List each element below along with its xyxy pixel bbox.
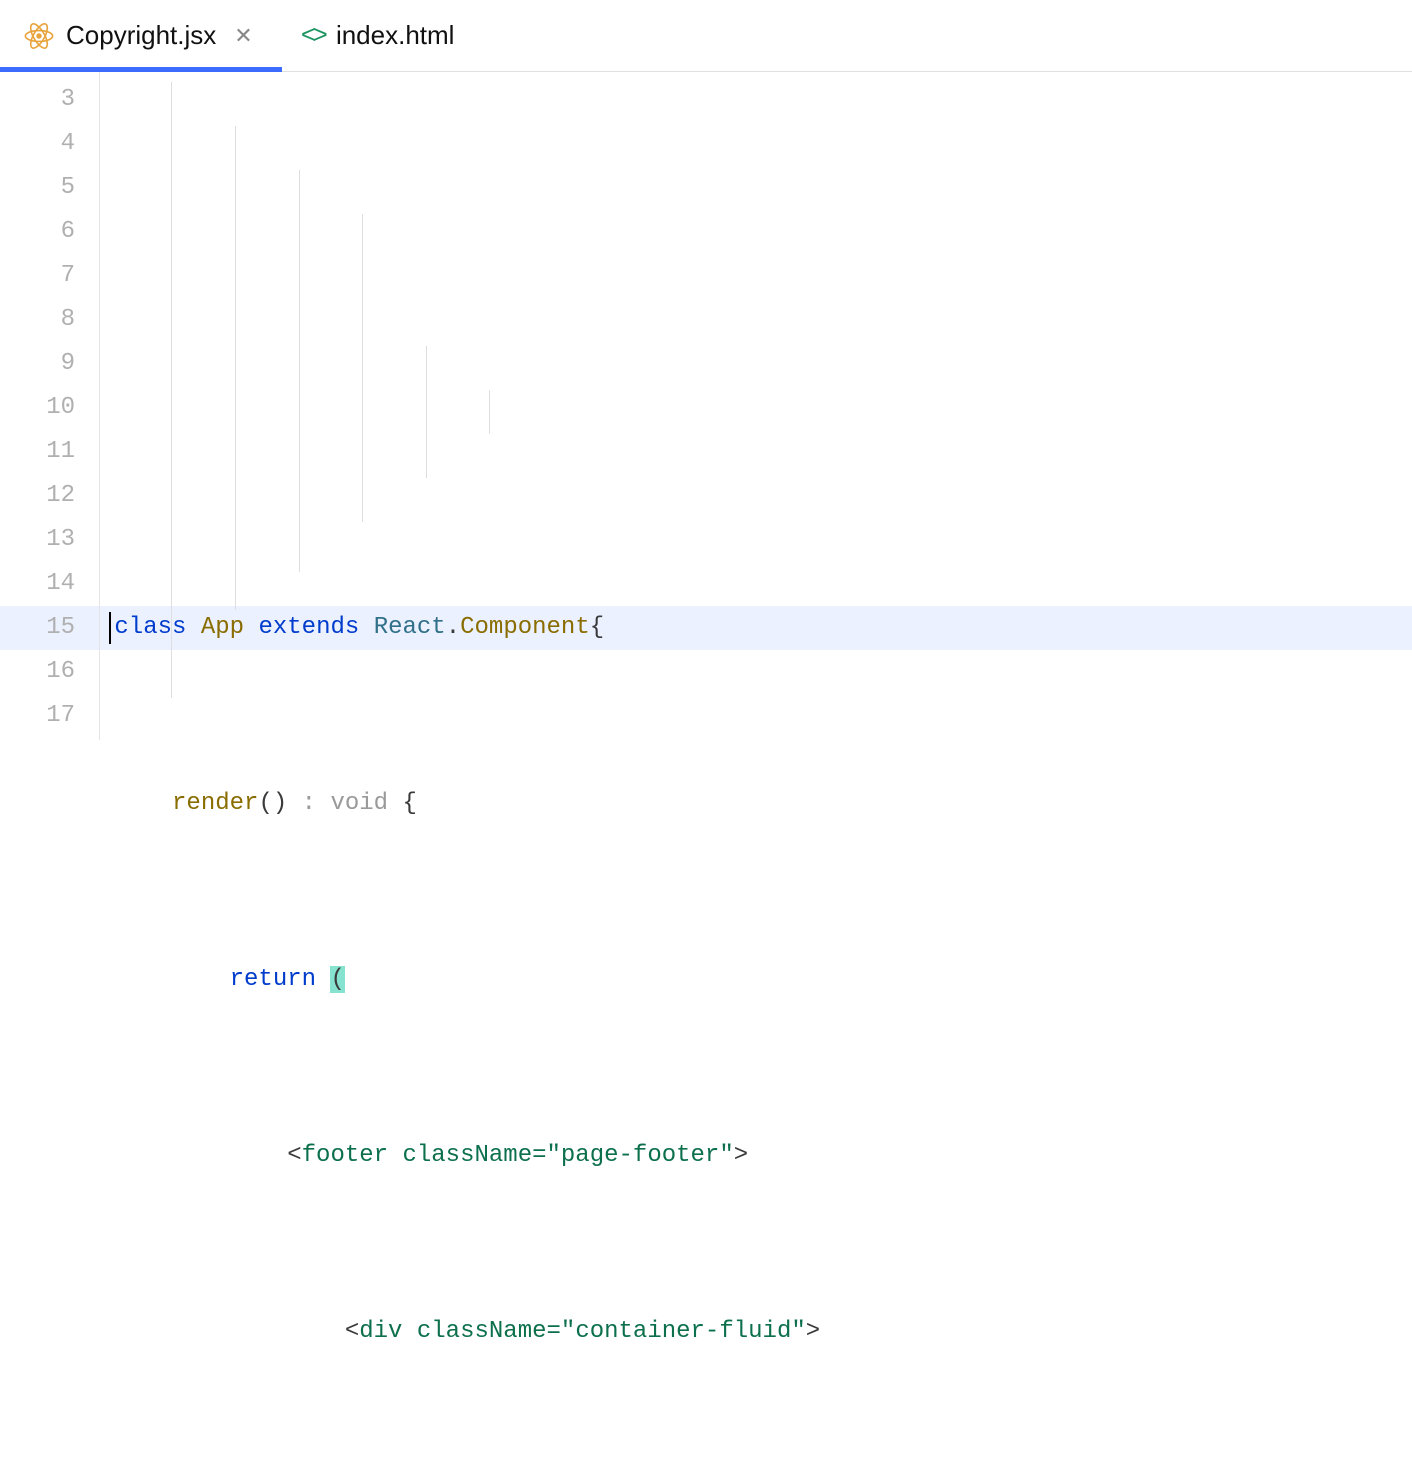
code-line: <div className="container-fluid">	[100, 1310, 1412, 1354]
tab-label: index.html	[336, 20, 455, 51]
indent-guide	[489, 390, 490, 434]
line-number: 15	[0, 606, 75, 650]
line-number: 9	[0, 342, 75, 386]
close-icon[interactable]: ✕	[234, 23, 252, 49]
indent-guide	[426, 346, 427, 478]
line-number: 6	[0, 210, 75, 254]
line-number: 4	[0, 122, 75, 166]
line-number: 16	[0, 650, 75, 694]
line-number: 11	[0, 430, 75, 474]
gutter-line-numbers: 3 4 5 6 7 8 9 10 11 12 13 14 15 16 17	[0, 72, 100, 740]
line-number: 10	[0, 386, 75, 430]
react-icon	[24, 21, 54, 51]
indent-guide	[171, 82, 172, 698]
editor-tab-bar: Copyright.jsx ✕ <> index.html	[0, 0, 1412, 72]
code-editor[interactable]: 3 4 5 6 7 8 9 10 11 12 13 14 15 16 17 cl…	[0, 72, 1412, 740]
code-line: render() : void {	[100, 782, 1412, 826]
html-icon: <>	[301, 21, 324, 51]
text-cursor	[109, 612, 111, 644]
indent-guide	[299, 170, 300, 572]
line-number: 7	[0, 254, 75, 298]
line-number: 5	[0, 166, 75, 210]
tab-index-html[interactable]: <> index.html	[277, 0, 479, 71]
code-line: class App extends React.Component{	[100, 606, 1412, 650]
tab-copyright-jsx[interactable]: Copyright.jsx ✕	[0, 0, 277, 71]
indent-guide	[235, 126, 236, 610]
indent-guide	[362, 214, 363, 302]
line-number: 12	[0, 474, 75, 518]
code-line: <footer className="page-footer">	[100, 1134, 1412, 1178]
code-area[interactable]: class App extends React.Component{ rende…	[100, 72, 1412, 740]
tab-label: Copyright.jsx	[66, 20, 216, 51]
line-number: 8	[0, 298, 75, 342]
indent-guide	[362, 302, 363, 522]
line-number: 3	[0, 78, 75, 122]
line-number: 14	[0, 562, 75, 606]
code-line: return (	[100, 958, 1412, 1002]
line-number: 13	[0, 518, 75, 562]
line-number: 17	[0, 694, 75, 738]
